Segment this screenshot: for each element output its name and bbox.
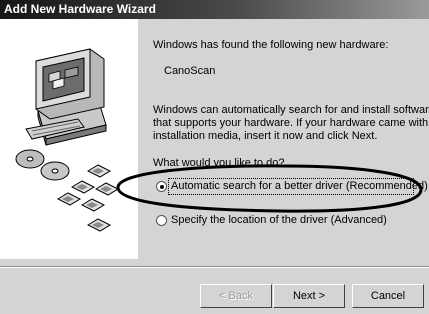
wizard-dialog: Add New Hardware Wizard Windows has foun… [0,0,429,314]
button-divider [0,266,429,268]
back-button[interactable]: < Back [200,284,272,308]
cancel-button[interactable]: Cancel [352,284,424,308]
next-button[interactable]: Next > [273,284,345,308]
